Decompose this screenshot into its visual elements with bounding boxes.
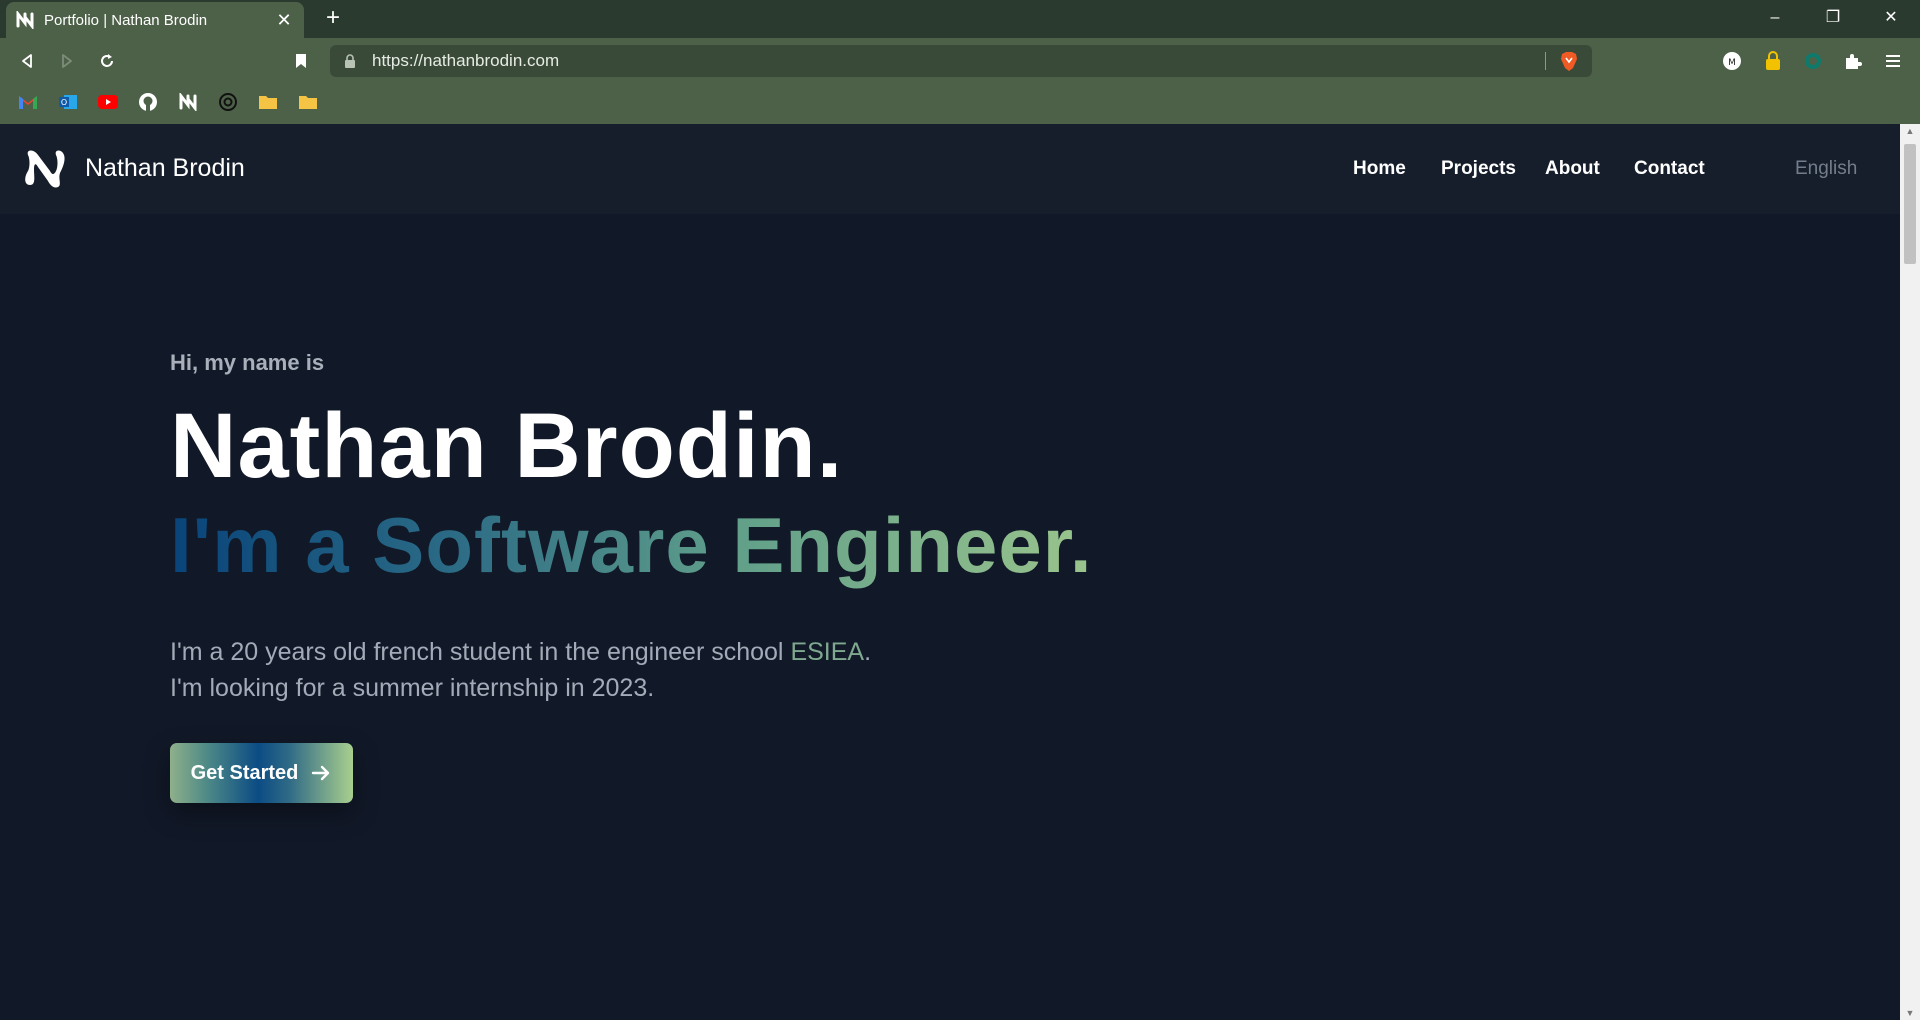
lock-icon <box>344 54 358 68</box>
nav-about[interactable]: About <box>1545 158 1600 180</box>
reload-button[interactable] <box>94 48 120 74</box>
openai-icon[interactable] <box>217 91 239 113</box>
page-scrollbar[interactable]: ▲ ▼ <box>1900 124 1920 1020</box>
forward-button[interactable] <box>54 48 80 74</box>
folder-icon[interactable] <box>257 91 279 113</box>
site-logo-icon[interactable] <box>20 145 68 193</box>
tab-portfolio[interactable]: Portfolio | Nathan Brodin ✕ <box>6 2 304 38</box>
scrollbar-thumb[interactable] <box>1904 144 1916 264</box>
school-link[interactable]: ESIEA <box>790 638 864 666</box>
site-navbar: Nathan Brodin Home Projects About Contac… <box>0 124 1900 214</box>
arrow-right-icon <box>310 762 332 784</box>
scroll-up-icon[interactable]: ▲ <box>1905 126 1915 136</box>
intro-line1-suffix: . <box>864 638 872 666</box>
page-viewport: Nathan Brodin Home Projects About Contac… <box>0 124 1900 1020</box>
close-window-button[interactable]: ✕ <box>1876 6 1906 30</box>
site-brand[interactable]: Nathan Brodin <box>85 154 245 183</box>
nav-projects[interactable]: Projects <box>1441 158 1516 180</box>
youtube-icon[interactable] <box>97 91 119 113</box>
language-selector[interactable]: English <box>1795 158 1857 180</box>
hero-greeting: Hi, my name is <box>170 350 325 375</box>
address-bar[interactable]: https://nathanbrodin.com <box>330 45 1592 77</box>
password-manager-icon[interactable] <box>1762 50 1784 72</box>
n-logo-bookmark-icon[interactable] <box>177 91 199 113</box>
browser-toolbar: https://nathanbrodin.com M <box>0 38 1920 84</box>
bookmarks-bar: O <box>0 86 1920 120</box>
svg-text:O: O <box>61 98 67 107</box>
hero-name: Nathan Brodin. <box>170 395 844 497</box>
close-tab-icon[interactable]: ✕ <box>274 10 294 31</box>
hero-role: I'm a Software Engineer. <box>170 501 1093 589</box>
divider <box>1545 52 1546 70</box>
get-started-button[interactable]: Get Started <box>170 743 353 803</box>
minimize-button[interactable]: – <box>1760 6 1790 30</box>
outlook-icon[interactable]: O <box>57 91 79 113</box>
new-tab-button[interactable]: + <box>320 6 346 32</box>
restore-button[interactable]: ❐ <box>1818 6 1848 30</box>
gmail-icon[interactable] <box>17 91 39 113</box>
tab-title: Portfolio | Nathan Brodin <box>44 11 208 29</box>
menu-icon[interactable] <box>1882 50 1904 72</box>
get-started-label: Get Started <box>190 761 299 784</box>
nav-home[interactable]: Home <box>1353 158 1406 180</box>
hero-intro: I'm a 20 years old french student in the… <box>170 634 871 706</box>
scroll-down-icon[interactable]: ▼ <box>1905 1008 1915 1018</box>
folder-icon[interactable] <box>297 91 319 113</box>
intro-line2: I'm looking for a summer internship in 2… <box>170 674 655 702</box>
browser-frame: Portfolio | Nathan Brodin ✕ + – ❐ ✕ http… <box>0 0 1920 124</box>
n-logo-icon <box>16 11 34 29</box>
bookmark-icon[interactable] <box>288 48 314 74</box>
back-button[interactable] <box>14 48 40 74</box>
grammar-extension-icon[interactable] <box>1802 50 1824 72</box>
nav-contact[interactable]: Contact <box>1634 158 1705 180</box>
metamask-icon[interactable]: M <box>1721 50 1743 72</box>
tab-strip: Portfolio | Nathan Brodin ✕ + – ❐ ✕ <box>0 0 1920 38</box>
github-icon[interactable] <box>137 91 159 113</box>
svg-text:M: M <box>1728 58 1736 68</box>
extensions-puzzle-icon[interactable] <box>1842 50 1864 72</box>
url-text: https://nathanbrodin.com <box>372 51 560 70</box>
brave-shield-icon[interactable] <box>1558 50 1580 72</box>
intro-line1-prefix: I'm a 20 years old french student in the… <box>170 638 791 666</box>
